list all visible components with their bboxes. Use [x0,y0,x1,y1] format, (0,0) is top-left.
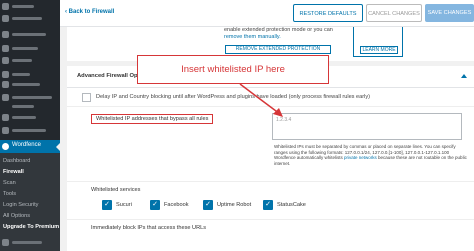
sidebar-item-label [12,96,52,99]
sidebar-item-label [12,5,34,8]
annotation-text: Insert whitelisted IP here [181,64,285,75]
sidebar-item-label [12,241,42,244]
sidebar-item[interactable] [0,30,60,39]
whitelisted-services-label: Whitelisted services [91,187,141,193]
menu-icon [2,3,9,10]
menu-icon [2,71,9,78]
delay-blocking-label: Delay IP and Country blocking until afte… [96,94,371,100]
wordfence-icon [2,143,9,150]
whitelisted-ips-textarea[interactable]: 1.2.3.4 [272,113,462,140]
service-label: Facebook [164,202,189,208]
service-label: Uptime Robot [217,202,252,208]
checkmark-icon[interactable]: ✓ [150,200,160,210]
back-to-firewall-link[interactable]: ‹ Back to Firewall [65,9,114,15]
delay-blocking-row: Delay IP and Country blocking until afte… [67,88,474,107]
save-changes-button[interactable]: SAVE CHANGES [425,4,474,22]
submenu-dashboard[interactable]: Dashboard [3,158,30,164]
back-link-label: Back to Firewall [68,9,115,15]
learn-more-button[interactable]: LEARN MORE [360,46,398,54]
top-action-bar: ‹ Back to Firewall RESTORE DEFAULTS CANC… [60,0,474,27]
sidebar-item-label [12,59,32,62]
submenu-firewall[interactable]: Firewall [3,169,24,175]
extended-protection-text: enable extended protection mode or you c… [224,27,352,41]
checkmark-icon[interactable]: ✓ [102,200,112,210]
sidebar-item[interactable] [0,93,60,102]
menu-icon [2,57,9,64]
sidebar-item-label [12,33,46,36]
menu-icon [2,45,9,52]
section-title: Advanced Firewall Optio [77,73,145,79]
sidebar-item-label [12,105,34,108]
submenu-scan[interactable]: Scan [3,180,16,186]
sidebar-item-label [12,83,40,86]
delay-blocking-checkbox[interactable] [82,93,91,102]
whitelist-help-text: Whitelisted IPs must be separated by com… [274,144,469,166]
extended-protection-line: enable extended protection mode or you c… [224,27,333,33]
menu-icon [2,15,9,22]
sidebar-item[interactable] [0,56,60,65]
menu-icon [2,31,9,38]
sidebar-item[interactable] [0,70,60,79]
sidebar-item-label: Wordfence [12,142,41,148]
menu-icon [2,127,9,134]
cancel-changes-button[interactable]: CANCEL CHANGES [366,4,422,22]
submenu-login-security[interactable]: Login Security [3,202,38,208]
sidebar-item[interactable] [0,80,60,89]
menu-icon [2,114,9,121]
service-label: StatusCake [277,202,306,208]
submenu-all-options[interactable]: All Options [3,213,30,219]
admin-sidebar: Wordfence Dashboard Firewall Scan Tools … [0,0,60,251]
whitelisted-ips-label: Whitelisted IP addresses that bypass all… [91,114,214,124]
sidebar-item-label [12,73,30,76]
sidebar-item[interactable] [0,126,60,135]
sidebar-item-label [12,17,42,20]
block-urls-row: Immediately block IPs that access these … [67,220,474,251]
remove-manually-link[interactable]: remove them manually. [224,34,281,40]
submenu-upgrade[interactable]: Upgrade To Premium [3,224,59,230]
sidebar-item-wordfence[interactable]: Wordfence [0,140,60,153]
sidebar-item[interactable] [0,44,60,53]
whitelist-ips-row: Whitelisted IP addresses that bypass all… [67,107,474,182]
sidebar-item-label [12,47,38,50]
annotation-callout: Insert whitelisted IP here [137,55,329,84]
collapse-caret-icon[interactable] [461,74,467,78]
whitelisted-services-row: Whitelisted services ✓ Sucuri ✓ Facebook… [67,182,474,220]
sidebar-item-label [12,116,36,119]
remove-extended-protection-button[interactable]: REMOVE EXTENDED PROTECTION [225,45,331,54]
wordfence-submenu: Dashboard Firewall Scan Tools Login Secu… [0,153,60,251]
checkmark-icon[interactable]: ✓ [203,200,213,210]
sidebar-item[interactable] [0,113,60,122]
sidebar-item[interactable] [0,14,60,23]
textarea-placeholder: 1.2.3.4 [276,117,292,123]
menu-icon [2,81,9,88]
sidebar-item[interactable] [0,2,60,11]
advanced-firewall-options-card: Advanced Firewall Optio Delay IP and Cou… [67,66,474,251]
sidebar-item-label [12,129,46,132]
restore-defaults-button[interactable]: RESTORE DEFAULTS [293,4,363,22]
checkmark-icon[interactable]: ✓ [263,200,273,210]
sidebar-item[interactable] [0,238,60,247]
service-label: Sucuri [116,202,132,208]
block-urls-label: Immediately block IPs that access these … [91,225,207,231]
private-networks-link[interactable]: private networks [344,155,377,160]
collapse-menu-icon [2,239,9,246]
sidebar-item[interactable] [0,102,60,111]
submenu-tools[interactable]: Tools [3,191,16,197]
learn-more-box: LEARN MORE [353,27,403,57]
menu-icon [2,94,9,101]
